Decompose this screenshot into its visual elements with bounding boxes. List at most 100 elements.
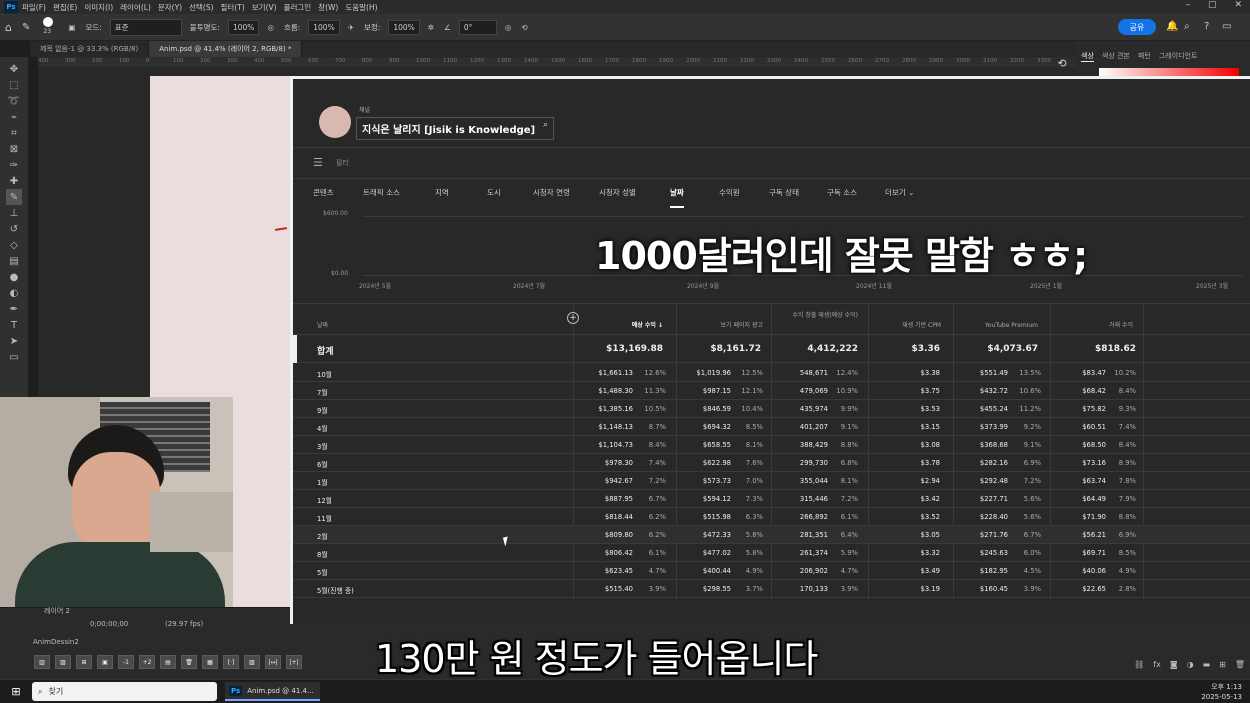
help-icon[interactable]: ? — [1204, 21, 1209, 32]
taskbar-search[interactable]: ⌕ 찾기 — [32, 682, 217, 701]
tab-revenue-source[interactable]: 수익원 — [719, 187, 740, 206]
col-header-watch-page-ads[interactable]: 보기 페이지 광고 — [683, 322, 763, 330]
opacity-input[interactable]: 100% — [227, 19, 260, 35]
table-row[interactable]: 5월(진행 중) $515.40 3.9% $298.55 3.7% 170,133 3.9… — [293, 580, 1250, 598]
bell-icon[interactable]: 🔔 — [1166, 21, 1178, 32]
filter-icon[interactable]: ☰ — [313, 156, 323, 169]
tab-traffic-source[interactable]: 트래픽 소스 — [363, 187, 400, 206]
table-row[interactable]: 12월 $887.95 6.7% $594.12 7.3% 315,446 7.2% $3.4… — [293, 490, 1250, 508]
tab-anim-psd[interactable]: Anim.psd @ 41.4% (레이어 2, RGB/8) * — [149, 41, 303, 57]
anim-button-12[interactable]: |↔| — [265, 655, 281, 669]
menu-window[interactable]: 창(W) — [318, 2, 338, 13]
channel-selector[interactable]: 지식은 날리지 [Jisik is Knowledge] — [356, 117, 555, 140]
brush-preset-picker[interactable]: 23 — [40, 17, 58, 37]
airbrush-icon[interactable]: ✈ — [348, 23, 354, 32]
col-header-estimated-revenue[interactable]: 예상 수익 ↓ — [593, 322, 663, 330]
menu-filter[interactable]: 필터(T) — [221, 2, 245, 13]
table-row[interactable]: 4월 $1,148.13 8.7% $694.32 8.5% 401,207 9.1% $3.… — [293, 418, 1250, 436]
table-row[interactable]: 10월 $1,661.13 12.6% $1,019.96 12.5% 548,671 12… — [293, 364, 1250, 382]
anim-button-11[interactable]: ▧ — [244, 655, 260, 669]
healing-brush-tool-icon[interactable]: ✚ — [6, 173, 22, 189]
brush-tool-icon[interactable]: ✎ — [22, 22, 30, 33]
taskbar-photoshop-item[interactable]: Ps Anim.psd @ 41.4... — [225, 682, 320, 701]
anim-button-2[interactable]: ▨ — [55, 655, 71, 669]
mask-icon[interactable]: ◙ — [1170, 660, 1178, 674]
blur-tool-icon[interactable]: ● — [6, 269, 22, 285]
smoothing-settings-icon[interactable]: ✲ — [428, 23, 434, 32]
angle-input[interactable]: 0° — [458, 19, 497, 35]
tab-more[interactable]: 더보기 ⌄ — [885, 187, 914, 206]
maximize-icon[interactable]: ▢ — [1208, 0, 1217, 10]
col-header-transaction-revenue[interactable]: 거래 수익 — [1063, 322, 1133, 330]
quick-select-tool-icon[interactable]: ⌁ — [6, 109, 22, 125]
anim-button-13[interactable]: |+| — [286, 655, 302, 669]
anim-button-3[interactable]: ⊞ — [76, 655, 92, 669]
brush-tool-icon[interactable]: ✎ — [6, 189, 22, 205]
timeline-layer-label[interactable]: 레이어 2 — [44, 606, 70, 616]
history-brush-tool-icon[interactable]: ↺ — [6, 221, 22, 237]
tab-color[interactable]: 색상 — [1081, 51, 1094, 62]
mode-select[interactable]: 표준 — [109, 18, 182, 36]
eyedropper-tool-icon[interactable]: ✑ — [6, 157, 22, 173]
tab-city[interactable]: 도시 — [487, 187, 501, 206]
col-header-playback-cpm[interactable]: 재생 기반 CPM — [873, 322, 941, 330]
table-row[interactable]: 7월 $1,488.30 11.3% $987.15 12.1% 479,069 10.9%… — [293, 382, 1250, 400]
tab-viewer-gender[interactable]: 시청자 성별 — [599, 187, 636, 206]
menu-view[interactable]: 보기(V) — [252, 2, 277, 13]
fx-icon[interactable]: fx — [1153, 660, 1161, 674]
col-header-monetized-playbacks[interactable]: 수익 창출 재생(예상 수익) — [788, 312, 858, 320]
gradient-tool-icon[interactable]: ▤ — [6, 253, 22, 269]
tab-swatches[interactable]: 색상 견본 — [1102, 51, 1130, 62]
tab-untitled[interactable]: 제목 없음-1 @ 33.3% (RGB/8) — [30, 41, 150, 57]
menu-plugins[interactable]: 플러그인 — [284, 2, 312, 13]
tab-content[interactable]: 콘텐츠 — [313, 187, 334, 206]
col-header-youtube-premium[interactable]: YouTube Premium — [958, 322, 1038, 330]
frame-tool-icon[interactable]: ⊠ — [6, 141, 22, 157]
move-tool-icon[interactable]: ✥ — [6, 61, 22, 77]
type-tool-icon[interactable]: T — [6, 317, 22, 333]
anim-button-9[interactable]: ▦ — [202, 655, 218, 669]
close-icon[interactable]: ✕ — [1234, 0, 1242, 10]
tab-geography[interactable]: 지역 — [435, 187, 449, 206]
tab-subscription-status[interactable]: 구독 상태 — [769, 187, 799, 206]
anim-button-5[interactable]: -1 — [118, 655, 134, 669]
menu-select[interactable]: 선택(S) — [189, 2, 213, 13]
workspace-icon[interactable]: ▭ — [1222, 21, 1231, 32]
tab-viewer-age[interactable]: 시청자 연령 — [533, 187, 570, 206]
filter-input[interactable]: 필터 — [336, 158, 349, 168]
anim-delete-icon[interactable]: 🗑 — [181, 655, 197, 669]
col-header-date[interactable]: 날짜 — [317, 322, 328, 330]
anim-button-6[interactable]: +2 — [139, 655, 155, 669]
table-row[interactable]: 6월 $978.30 7.4% $622.98 7.6% 299,730 6.8% $3.78… — [293, 454, 1250, 472]
clone-stamp-tool-icon[interactable]: ⊥ — [6, 205, 22, 221]
minimize-icon[interactable]: – — [1185, 0, 1190, 10]
dodge-tool-icon[interactable]: ◐ — [6, 285, 22, 301]
trash-icon[interactable]: 🗑 — [1235, 660, 1245, 674]
windows-start-icon[interactable]: ⊞ — [8, 684, 24, 700]
anim-button-1[interactable]: ▥ — [34, 655, 50, 669]
rectangle-tool-icon[interactable]: ▭ — [6, 349, 22, 365]
menu-image[interactable]: 이미지(I) — [84, 2, 113, 13]
table-row[interactable]: 9월 $1,385.16 10.5% $846.59 10.4% 435,974 9.9% $… — [293, 400, 1250, 418]
channel-avatar[interactable] — [319, 106, 351, 138]
table-row[interactable]: 2월 $809.80 6.2% $472.33 5.8% 281,351 6.4% $3.05… — [293, 526, 1250, 544]
symmetry-icon[interactable]: ⟲ — [521, 23, 527, 32]
marquee-tool-icon[interactable]: ⬚ — [6, 77, 22, 93]
share-button[interactable]: 공유 — [1118, 19, 1156, 35]
tab-gradients[interactable]: 그레이디언트 — [1159, 51, 1198, 62]
filter-bar[interactable]: ☰ 필터 — [293, 147, 1250, 179]
anim-button-10[interactable]: [·] — [223, 655, 239, 669]
adjustment-icon[interactable]: ◑ — [1187, 660, 1194, 674]
menu-layer[interactable]: 레이어(L) — [120, 2, 151, 13]
brush-settings-icon[interactable]: ▣ — [68, 23, 75, 32]
link-layers-icon[interactable]: ⛓ — [1134, 660, 1144, 674]
pressure-size-icon[interactable]: ◎ — [505, 23, 512, 32]
folder-icon[interactable]: ▬ — [1203, 660, 1211, 674]
menu-edit[interactable]: 편집(E) — [53, 2, 77, 13]
menu-type[interactable]: 문자(Y) — [158, 2, 182, 13]
tab-date[interactable]: 날짜 — [670, 187, 684, 208]
anim-button-7[interactable]: ▤ — [160, 655, 176, 669]
table-row[interactable]: 5월 $623.45 4.7% $400.44 4.9% 206,902 4.7% $3.49… — [293, 562, 1250, 580]
smoothing-input[interactable]: 100% — [388, 19, 420, 35]
table-row[interactable]: 11월 $818.44 6.2% $515.98 6.3% 266,892 6.1% $3.5… — [293, 508, 1250, 526]
